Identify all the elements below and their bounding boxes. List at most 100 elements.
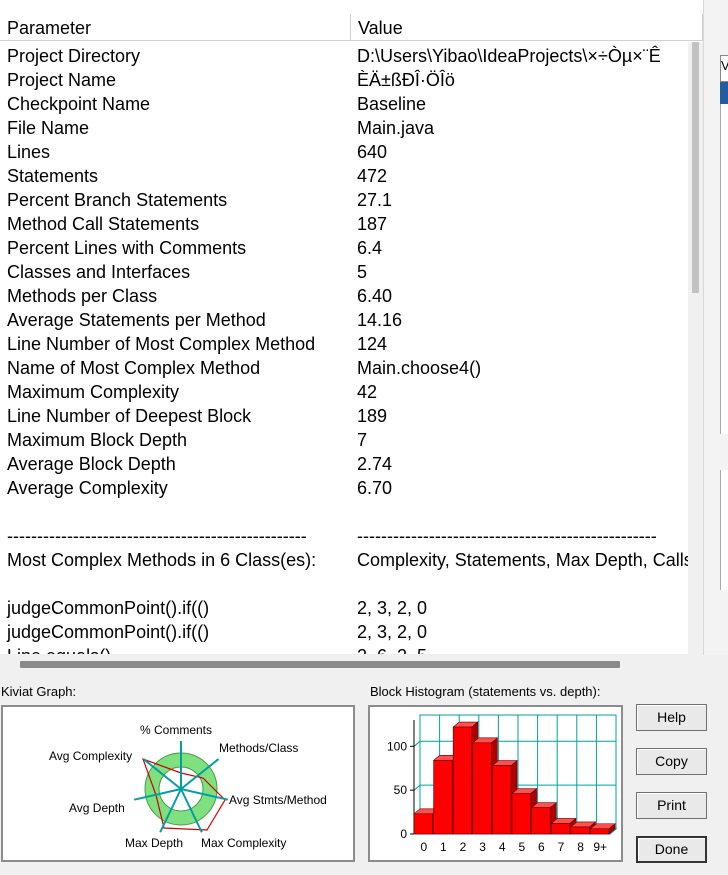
histogram-y-tick: 0 [400, 827, 407, 841]
histogram-bar [433, 760, 453, 835]
table-row-value: 27.1 [357, 190, 393, 210]
table-row-parameter: Average Block Depth [7, 454, 176, 474]
table-row-value: ----------------------------------------… [357, 526, 657, 546]
histogram-bar [511, 793, 531, 835]
done-button[interactable]: Done [636, 836, 707, 863]
table-row-value: 2.74 [357, 454, 393, 474]
histogram-x-tick: 7 [558, 840, 565, 854]
table-row-parameter: Average Statements per Method [7, 310, 266, 330]
table-row-value: 640 [357, 142, 388, 162]
table-row-parameter: Maximum Complexity [7, 382, 180, 402]
table-row-value: 187 [357, 214, 388, 234]
table-row-value: 2, 3, 2, 0 [357, 622, 428, 642]
block-histogram: 0 1 2 3 4 5 6 7 8 9+ 100 50 0 [368, 705, 623, 862]
table-row-value: Main.choose4() [357, 358, 482, 378]
kiviat-axis-avg-stmts-method: Avg Stmts/Method [229, 793, 327, 807]
column-header-parameter[interactable]: Parameter [0, 14, 351, 41]
kiviat-axis-comments: % Comments [140, 723, 212, 737]
histogram-grid-diagonal [413, 784, 421, 791]
table-row-parameter: Maximum Block Depth [7, 430, 188, 450]
histogram-x-tick: 0 [420, 840, 427, 854]
table-row-parameter: Most Complex Methods in 6 Class(es): [7, 550, 317, 570]
window-bottom-edge [0, 866, 728, 875]
kiviat-axis-avg-complexity: Avg Complexity [49, 749, 132, 763]
table-row-value: ÈÄ±ßÐÎ·ÖÎö [357, 70, 455, 90]
table-row-parameter: Project Directory [7, 46, 141, 66]
table-row-value: 6.40 [357, 286, 393, 306]
table-row-parameter: Percent Branch Statements [7, 190, 228, 210]
table-row-value: 6.70 [357, 478, 393, 498]
table-row-value: 6.4 [357, 238, 383, 258]
background-window-label: V [721, 58, 728, 73]
background-window-selection [720, 82, 728, 104]
table-row-parameter: File Name [7, 118, 90, 138]
kiviat-axis-max-depth: Max Depth [125, 836, 183, 850]
table-row-parameter: Lines [7, 142, 51, 162]
table-row-parameter: Methods per Class [7, 286, 158, 306]
histogram-x-tick: 1 [440, 840, 447, 854]
histogram-x-tick: 9+ [593, 840, 607, 854]
horizontal-scrollbar[interactable] [0, 654, 703, 676]
table-row-parameter: Project Name [7, 70, 117, 90]
histogram-bar [590, 828, 610, 835]
histogram-bar [472, 742, 492, 835]
table-row-value: Baseline [357, 94, 427, 114]
table-row-parameter: Checkpoint Name [7, 94, 151, 114]
histogram-x-tick: 5 [518, 840, 525, 854]
table-row-value: 124 [357, 334, 388, 354]
histogram-bar [550, 823, 571, 835]
table-row-parameter: Name of Most Complex Method [7, 358, 261, 378]
table-row-value: 2, 3, 2, 0 [357, 598, 428, 618]
table-row-parameter: judgeCommonPoint().if(() [7, 622, 210, 642]
table-row-value: 7 [357, 430, 368, 450]
table-row-parameter: judgeCommonPoint().if(() [7, 598, 210, 618]
table-row-value: D:\Users\Yibao\IdeaProjects\×÷Òµ×¨Ê [357, 46, 661, 66]
table-row-parameter: Statements [7, 166, 99, 186]
help-button[interactable]: Help [636, 704, 707, 731]
copy-button[interactable]: Copy [636, 748, 707, 775]
table-row-value: Main.java [357, 118, 435, 138]
vertical-scrollbar-thumb[interactable] [692, 42, 699, 293]
table-row-value: Complexity, Statements, Max Depth, Calls [357, 550, 693, 570]
table-row-parameter: Percent Lines with Comments [7, 238, 247, 258]
kiviat-graph-label: Kiviat Graph: [1, 684, 77, 699]
histogram-y-tick: 100 [387, 739, 407, 753]
table-row-value: 42 [357, 382, 378, 402]
vertical-scrollbar[interactable] [688, 42, 703, 654]
table-row-parameter: Method Call Statements [7, 214, 200, 234]
histogram-y-tick: 50 [394, 783, 408, 797]
table-row-parameter: Average Complexity [7, 478, 168, 498]
histogram-x-tick: 6 [538, 840, 545, 854]
histogram-x-tick: 4 [499, 840, 506, 854]
print-button[interactable]: Print [636, 792, 707, 819]
histogram-x-tick: 3 [479, 840, 486, 854]
background-window-panel-lower [720, 470, 728, 590]
table-row-parameter: ----------------------------------------… [7, 526, 307, 546]
kiviat-graph: % Comments Methods/Class Avg Stmts/Metho… [1, 705, 355, 862]
histogram-svg: 0 1 2 3 4 5 6 7 8 9+100500 [387, 714, 618, 854]
histogram-bar [452, 726, 473, 835]
table-row-parameter: Line Number of Most Complex Method [7, 334, 316, 354]
column-header-value[interactable]: Value [351, 14, 703, 41]
histogram-bar [570, 826, 590, 835]
histogram-bar [413, 813, 433, 835]
table-row-value: 14.16 [357, 310, 403, 330]
histogram-x-tick: 8 [577, 840, 584, 854]
histogram-x-tick: 2 [460, 840, 467, 854]
histogram-bar [492, 765, 512, 835]
table-row-value: 472 [357, 166, 388, 186]
metrics-table: Parameter Value Project Directory D:\User… [0, 0, 704, 655]
kiviat-axis-methods-class: Methods/Class [219, 741, 298, 755]
table-row-parameter: Classes and Interfaces [7, 262, 191, 282]
kiviat-axis-avg-depth: Avg Depth [69, 801, 125, 815]
table-row-parameter: Line Number of Deepest Block [7, 406, 252, 426]
table-row-value: 5 [357, 262, 368, 282]
horizontal-scrollbar-thumb[interactable] [20, 661, 620, 668]
histogram-bar [531, 807, 551, 835]
kiviat-axis-max-complexity: Max Complexity [201, 836, 286, 850]
block-histogram-label: Block Histogram (statements vs. depth): [370, 684, 601, 699]
table-row-value: 189 [357, 406, 388, 426]
kiviat-graph-svg: % Comments Methods/Class Avg Stmts/Metho… [49, 723, 327, 850]
background-window-panel [720, 104, 728, 434]
histogram-grid-diagonal [413, 740, 421, 747]
